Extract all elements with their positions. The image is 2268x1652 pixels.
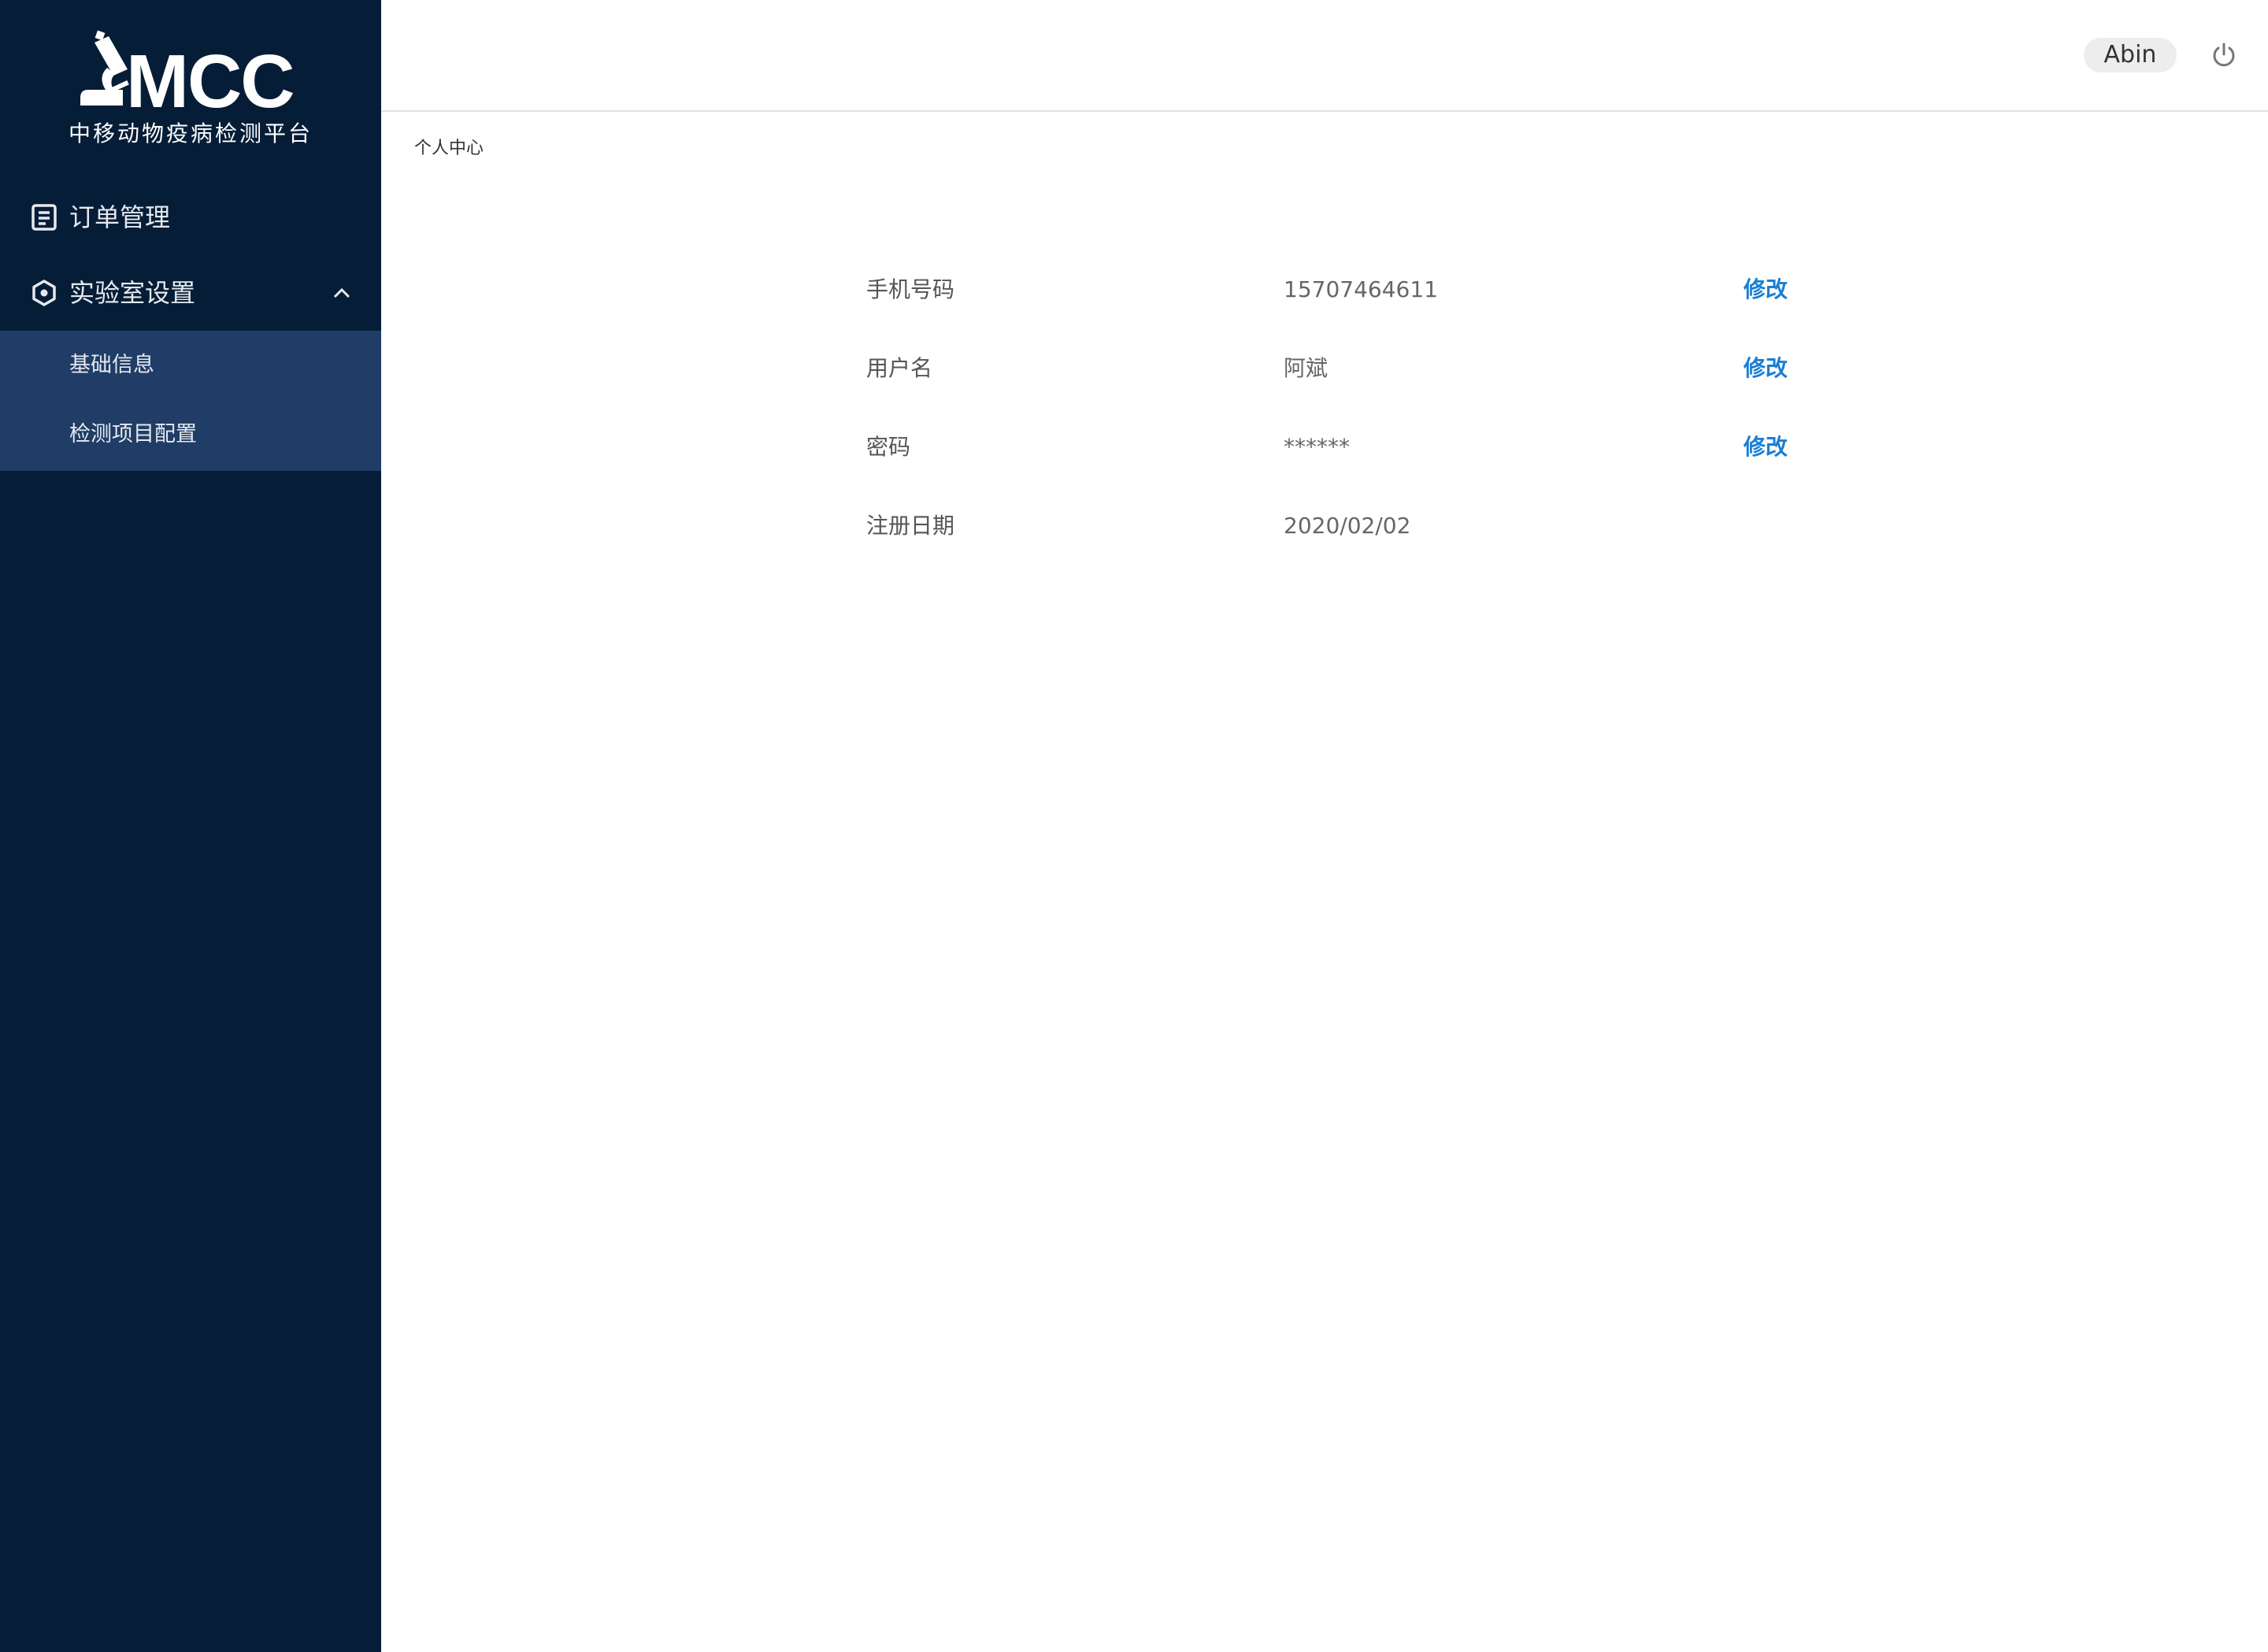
logo[interactable]: MCC 中移动物疫病检测平台 [0, 28, 381, 154]
edit-password-link[interactable]: 修改 [1744, 424, 1788, 471]
power-icon[interactable] [2210, 41, 2238, 69]
sidebar: MCC 中移动物疫病检测平台 订单管理 实验室设置 基础信息 检测项目配置 [0, 0, 381, 1652]
top-header [381, 0, 2268, 112]
profile-value: 阿斌 [1284, 355, 1329, 381]
profile-value: ****** [1284, 434, 1350, 460]
profile-label: 手机号码 [866, 276, 955, 302]
sidebar-item-label: 订单管理 [69, 202, 171, 232]
logo-text: MCC [126, 39, 294, 117]
sidebar-subitem-test-config[interactable]: 检测项目配置 [0, 400, 381, 469]
sidebar-item-lab-settings[interactable]: 实验室设置 [0, 255, 381, 331]
settings-hexagon-icon [30, 279, 58, 307]
profile-row-username: 用户名 阿斌 修改 [866, 345, 1811, 392]
edit-phone-link[interactable]: 修改 [1744, 266, 1788, 313]
profile-label: 密码 [866, 434, 911, 460]
breadcrumb: 个人中心 [414, 139, 484, 158]
profile-value: 2020/02/02 [1284, 513, 1411, 539]
submenu-lab-settings: 基础信息 检测项目配置 [0, 331, 381, 471]
profile-value: 15707464611 [1284, 276, 1438, 302]
edit-username-link[interactable]: 修改 [1744, 345, 1788, 392]
sidebar-subitem-basic-info[interactable]: 基础信息 [0, 331, 381, 400]
sidebar-item-orders[interactable]: 订单管理 [0, 180, 381, 255]
profile-label: 用户名 [866, 355, 933, 381]
sidebar-item-label: 实验室设置 [69, 278, 196, 308]
profile-row-register-date: 注册日期 2020/02/02 [866, 502, 1811, 550]
microscope-logo-icon: MCC [74, 28, 310, 117]
profile-label: 注册日期 [866, 513, 955, 539]
user-name-chip[interactable]: Abin [2084, 38, 2177, 72]
profile-row-phone: 手机号码 15707464611 修改 [866, 266, 1811, 313]
sidebar-subitem-label: 检测项目配置 [69, 422, 197, 446]
logo-subtitle: 中移动物疫病检测平台 [68, 120, 313, 146]
document-list-icon [30, 203, 58, 232]
profile-row-password: 密码 ****** 修改 [866, 424, 1811, 471]
sidebar-subitem-label: 基础信息 [69, 353, 154, 377]
chevron-up-icon[interactable] [331, 283, 353, 302]
